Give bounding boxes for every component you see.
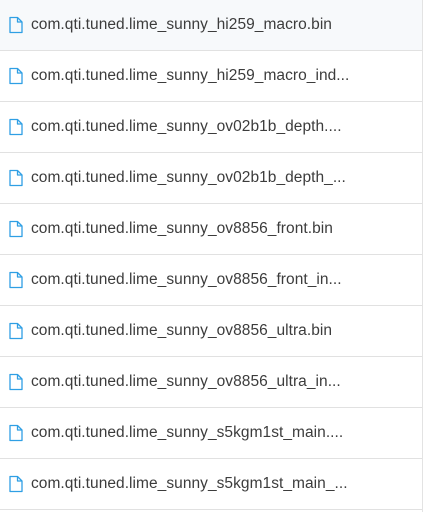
file-icon: [9, 475, 23, 493]
file-icon: [9, 220, 23, 238]
file-row[interactable]: com.qti.tuned.lime_sunny_ov8856_front.bi…: [0, 204, 422, 255]
file-list: com.qti.tuned.lime_sunny_hi259_macro.bin…: [0, 0, 423, 512]
file-icon: [9, 373, 23, 391]
file-icon: [9, 118, 23, 136]
file-name[interactable]: com.qti.tuned.lime_sunny_hi259_macro_ind…: [31, 67, 349, 85]
file-icon: [9, 67, 23, 85]
file-row[interactable]: com.qti.tuned.lime_sunny_ov8856_ultra.bi…: [0, 306, 422, 357]
file-icon: [9, 16, 23, 34]
file-name[interactable]: com.qti.tuned.lime_sunny_s5kgm1st_main..…: [31, 424, 343, 442]
file-name[interactable]: com.qti.tuned.lime_sunny_ov02b1b_depth..…: [31, 118, 342, 136]
file-name[interactable]: com.qti.tuned.lime_sunny_ov8856_front_in…: [31, 271, 342, 289]
file-name[interactable]: com.qti.tuned.lime_sunny_ov8856_ultra_in…: [31, 373, 341, 391]
file-icon: [9, 271, 23, 289]
file-name[interactable]: com.qti.tuned.lime_sunny_ov02b1b_depth_.…: [31, 169, 346, 187]
file-name[interactable]: com.qti.tuned.lime_sunny_hi259_macro.bin: [31, 16, 332, 34]
file-row[interactable]: com.qti.tuned.lime_sunny_s5kgm1st_main..…: [0, 408, 422, 459]
file-icon: [9, 169, 23, 187]
file-row[interactable]: com.qti.tuned.lime_sunny_hi259_macro.bin: [0, 0, 422, 51]
file-row[interactable]: com.qti.tuned.lime_sunny_ov02b1b_depth_.…: [0, 153, 422, 204]
file-row[interactable]: com.qti.tuned.lime_sunny_s5kgm1st_main_.…: [0, 459, 422, 510]
file-name[interactable]: com.qti.tuned.lime_sunny_s5kgm1st_main_.…: [31, 475, 348, 493]
file-row[interactable]: com.qti.tuned.lime_sunny_ov8856_front_in…: [0, 255, 422, 306]
file-row[interactable]: com.qti.tuned.lime_sunny_hi259_macro_ind…: [0, 51, 422, 102]
file-name[interactable]: com.qti.tuned.lime_sunny_ov8856_ultra.bi…: [31, 322, 332, 340]
file-row[interactable]: com.qti.tuned.lime_sunny_ov8856_ultra_in…: [0, 357, 422, 408]
file-name[interactable]: com.qti.tuned.lime_sunny_ov8856_front.bi…: [31, 220, 333, 238]
file-row[interactable]: com.qti.tuned.lime_sunny_ov02b1b_depth..…: [0, 102, 422, 153]
file-icon: [9, 322, 23, 340]
file-icon: [9, 424, 23, 442]
